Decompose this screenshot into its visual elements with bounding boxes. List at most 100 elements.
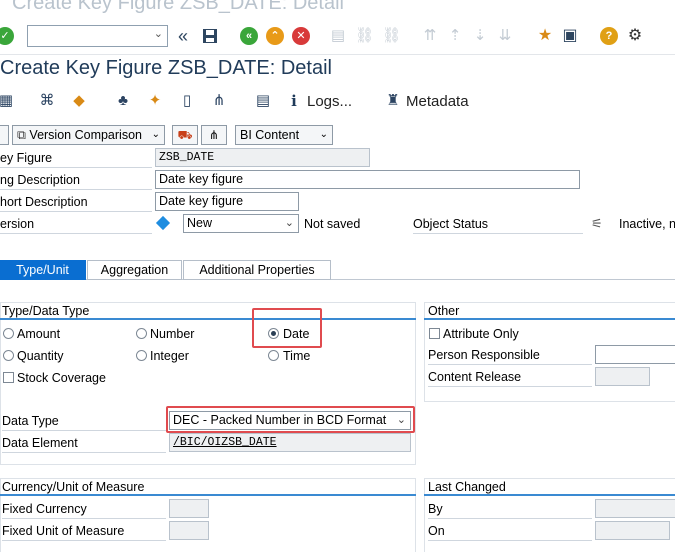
type-group-title: Type/Data Type (2, 304, 90, 318)
bi-content-label: BI Content (240, 128, 300, 142)
transport-truck-button[interactable]: ⛟ (172, 125, 198, 145)
changed-by-label: By (428, 499, 592, 519)
data-type-label: Data Type (2, 411, 166, 431)
previous-page-icon: ⇡ (448, 27, 462, 44)
data-element-label: Data Element (2, 433, 166, 453)
metadata-icon[interactable]: ♜ (384, 92, 402, 110)
diamond-icon (155, 215, 171, 231)
fixed-unit-field (169, 521, 209, 540)
integer-radio[interactable] (136, 350, 147, 361)
quantity-radio[interactable] (3, 350, 14, 361)
window-title-bar: Create Key Figure ZSB_DATE: Detail (0, 0, 675, 18)
status-icon: ⚟ (591, 216, 603, 231)
page-title: Create Key Figure ZSB_DATE: Detail (0, 57, 332, 79)
other-group-title: Other (428, 304, 460, 318)
short-description-field[interactable]: Date key figure (155, 192, 299, 211)
next-page-icon: ⇣ (473, 27, 487, 44)
transport-icon[interactable]: ▤ (254, 92, 272, 110)
gear-icon[interactable]: ⚙ (626, 27, 644, 45)
stock-coverage-label: Stock Coverage (17, 371, 106, 385)
version-dropdown[interactable]: New ⌄ (183, 214, 299, 233)
integer-label: Integer (150, 349, 189, 363)
last-page-icon: ⇊ (498, 27, 512, 44)
version-comparison-button[interactable]: ⧉ Version Comparison ⌄ (12, 125, 165, 145)
quantity-label: Quantity (17, 349, 64, 363)
time-label: Time (283, 349, 311, 363)
bi-content-dropdown[interactable]: BI Content ⌄ (235, 125, 333, 145)
grid-icon[interactable]: ▦ (0, 92, 15, 110)
magic-wand-icon[interactable]: ✦ (146, 92, 164, 110)
long-description-field[interactable]: Date key figure (155, 170, 580, 189)
document-icon[interactable]: ▯ (178, 92, 196, 110)
long-description-label: ng Description (0, 170, 152, 190)
tab-additional-properties[interactable]: Additional Properties (183, 260, 331, 280)
person-responsible-field[interactable] (595, 345, 675, 364)
object-status-value: Inactive, n (619, 217, 675, 231)
content-release-field (595, 367, 650, 386)
application-toolbar: ▦ ⌘ ◆ ♣ ✦ ▯ ⋔ ▤ i Logs... ♜ Metadata (0, 89, 675, 113)
version-value: New (187, 216, 213, 230)
person-responsible-label: Person Responsible (428, 345, 592, 365)
info-icon[interactable]: i (285, 92, 303, 110)
find-next-icon: ⛓ (382, 27, 402, 44)
data-type-highlight-box (166, 406, 415, 433)
currency-group-underline (0, 494, 416, 496)
key-figure-label: ey Figure (0, 148, 152, 168)
amount-radio[interactable] (3, 328, 14, 339)
cancel-icon[interactable]: ✕ (292, 27, 310, 45)
back-icon[interactable]: « (240, 27, 258, 45)
first-page-icon: ⇈ (423, 27, 437, 44)
left-scroll-button[interactable] (0, 125, 9, 145)
number-radio[interactable] (136, 328, 147, 339)
display-change-icon[interactable]: ⌘ (38, 92, 56, 110)
date-highlight-box (252, 308, 322, 348)
double-chevron-left-icon[interactable]: « (174, 27, 192, 45)
enter-icon[interactable]: ✓ (0, 27, 14, 45)
fixed-unit-label: Fixed Unit of Measure (2, 521, 166, 541)
changed-by-field (595, 499, 675, 518)
find-icon: ⛓ (355, 27, 375, 44)
activate-icon[interactable]: ◆ (70, 92, 88, 110)
metadata-button[interactable]: Metadata (406, 93, 469, 110)
currency-group-title: Currency/Unit of Measure (2, 480, 145, 494)
tab-aggregation[interactable]: Aggregation (87, 260, 182, 280)
time-radio[interactable] (268, 350, 279, 361)
data-element-field[interactable]: /BIC/OIZSB_DATE (169, 433, 411, 452)
logs-button[interactable]: Logs... (307, 93, 352, 110)
chevron-down-icon: ⌄ (284, 217, 294, 229)
version-label: ersion (0, 214, 152, 234)
chevron-down-icon: ⌄ (153, 28, 163, 40)
key-figure-field: ZSB_DATE (155, 148, 370, 167)
window-title: Create Key Figure ZSB_DATE: Detail (12, 0, 344, 14)
new-session-icon[interactable]: ★ (536, 27, 554, 45)
tab-type-unit[interactable]: Type/Unit (0, 260, 86, 280)
attribute-only-label: Attribute Only (443, 327, 519, 341)
content-release-label: Content Release (428, 367, 592, 387)
other-group-underline (424, 318, 675, 320)
fixed-currency-label: Fixed Currency (2, 499, 166, 519)
shortcut-icon[interactable]: ▣ (561, 27, 579, 45)
chevron-down-icon: ⌄ (319, 129, 328, 140)
attribute-only-checkbox[interactable] (429, 328, 440, 339)
version-comparison-icon: ⧉ (17, 128, 26, 142)
command-field[interactable]: ⌄ (27, 25, 168, 47)
where-used-icon[interactable]: ⋔ (210, 92, 228, 110)
stock-coverage-checkbox[interactable] (3, 372, 14, 383)
print-icon: ▤ (330, 27, 346, 44)
help-icon[interactable]: ? (600, 27, 618, 45)
amount-label: Amount (17, 327, 61, 341)
chevron-down-icon: ⌄ (151, 129, 160, 140)
version-comparison-label: Version Comparison (29, 128, 142, 142)
object-status-label: Object Status (413, 214, 583, 234)
short-description-label: hort Description (0, 192, 152, 212)
system-toolbar: ✓ ⌄ « « ⌃ ✕ ▤ ⛓ ⛓ ⇈ ⇡ ⇣ ⇊ ★ ▣ ? ⚙ (0, 18, 675, 55)
exit-icon[interactable]: ⌃ (266, 27, 284, 45)
last-changed-group-underline (424, 494, 675, 496)
save-icon[interactable] (201, 27, 219, 45)
where-used-button[interactable]: ⋔ (201, 125, 227, 145)
type-group-underline (0, 318, 416, 320)
version-status-text: Not saved (304, 217, 361, 231)
check-icon[interactable]: ♣ (114, 92, 132, 110)
changed-on-field (595, 521, 670, 540)
fixed-currency-field (169, 499, 209, 518)
